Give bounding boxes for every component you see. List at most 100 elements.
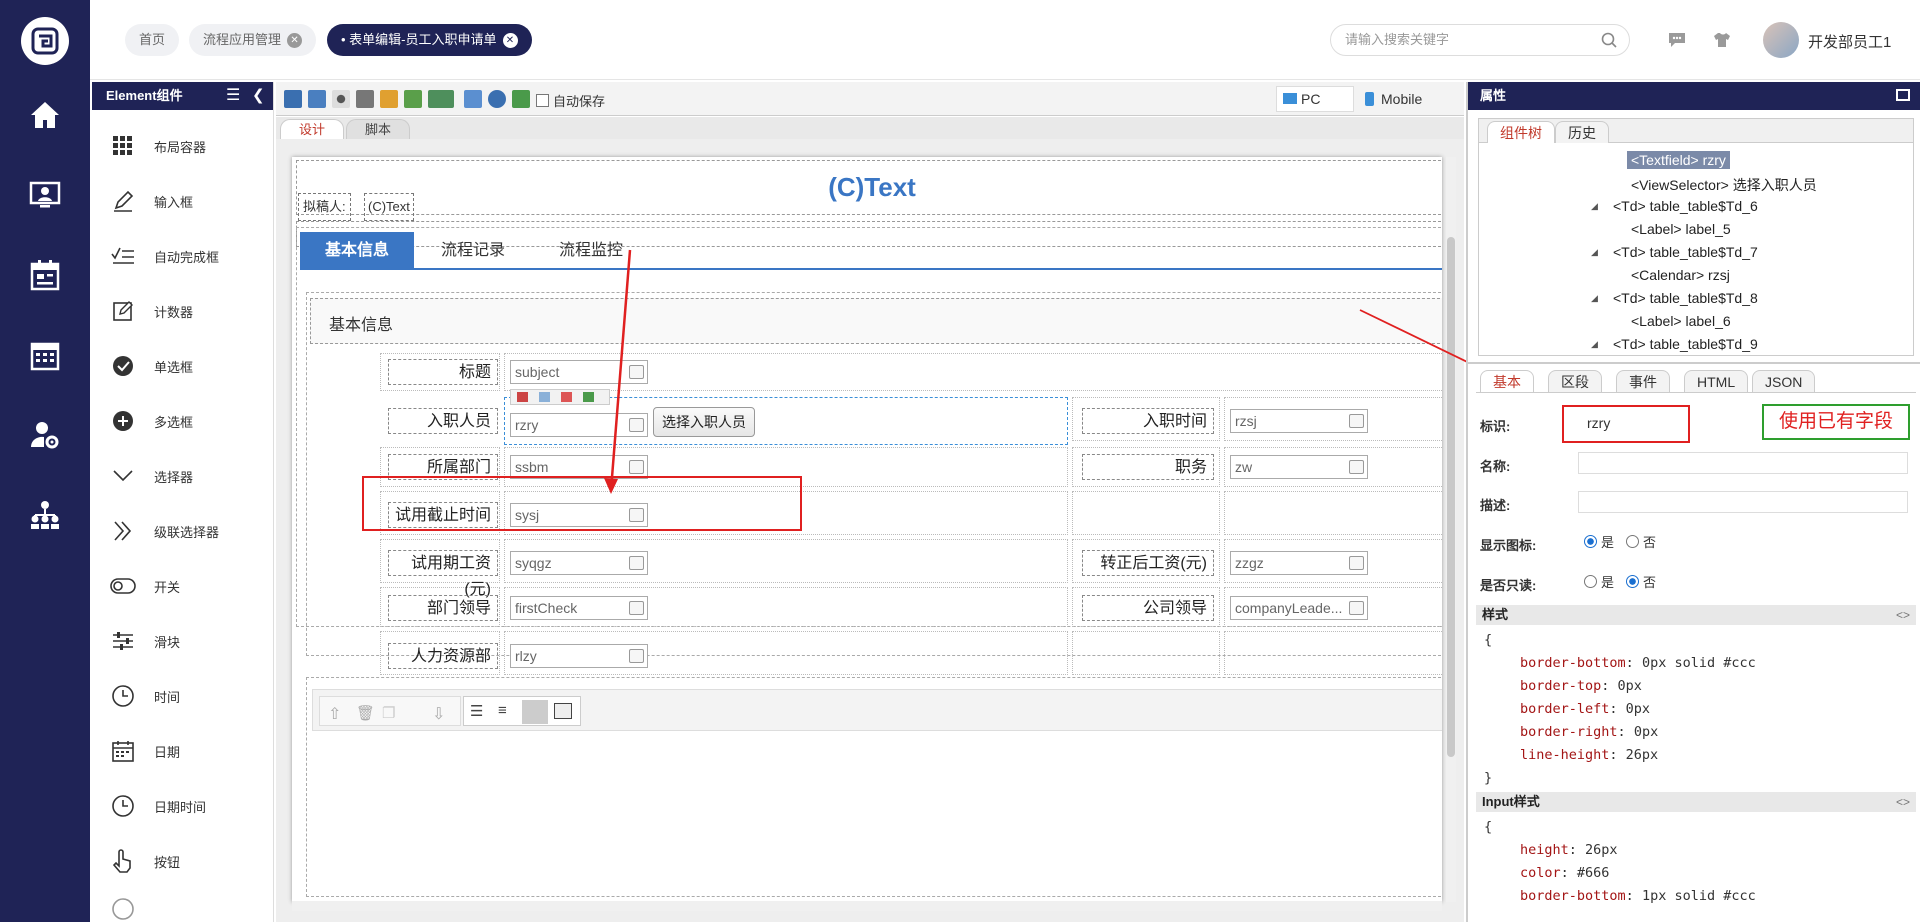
wand-icon[interactable] [380,90,398,108]
tab-home[interactable]: 首页 [125,24,180,56]
move-icon[interactable] [517,392,528,402]
delete-icon[interactable] [561,392,572,402]
tab-design[interactable]: 设计 [280,119,345,139]
calendar-grid-icon[interactable] [27,337,63,373]
search-input[interactable]: 请输入搜索关键字 [1330,24,1630,56]
desc-input[interactable] [1578,491,1908,513]
grid-view-icon[interactable] [522,700,548,724]
tab-form-edit[interactable]: • 表单编辑-员工入职申请单 ✕ [327,24,532,56]
component-item-counter[interactable]: 计数器 [108,296,193,326]
radio-no-checked[interactable] [1626,575,1640,588]
add-icon[interactable] [583,392,594,402]
download-icon[interactable]: ⇩ [432,704,445,724]
app-logo-icon[interactable] [21,17,69,65]
copy-icon[interactable]: ❐ [382,704,395,722]
tree-node[interactable]: <Td> table_table$Td_9 [1613,336,1758,352]
menu-icon[interactable]: ☰ [226,82,240,110]
component-item-cascader[interactable]: 级联选择器 [108,516,219,546]
component-item-radio[interactable]: 单选框 [108,351,193,381]
help-icon[interactable] [488,90,506,108]
tree-node[interactable]: <Td> table_table$Td_7 [1613,244,1758,260]
tree-node[interactable]: <Label> label_5 [1631,221,1731,237]
avatar[interactable] [1763,22,1799,58]
expand-arrow-icon[interactable]: ◢ [1591,339,1598,350]
component-item-slider[interactable]: 滑块 [108,626,180,656]
code-toggle-icon[interactable]: <> [1896,792,1910,812]
autosave-checkbox[interactable] [536,94,549,107]
prop-tab-section[interactable]: 区段 [1548,370,1602,392]
user-settings-icon[interactable] [27,417,63,453]
field-input-rzry[interactable]: rzry [510,413,648,437]
prop-tab-events[interactable]: 事件 [1616,370,1670,392]
monitor-user-icon[interactable] [27,177,63,213]
close-icon[interactable]: ✕ [502,33,518,49]
tree-node-selected[interactable]: <Textfield> rzry [1627,151,1730,169]
radio-yes-checked[interactable] [1584,535,1597,548]
prop-tab-html[interactable]: HTML [1684,370,1749,392]
component-item-autocomplete[interactable]: 自动完成框 [108,241,219,271]
home-icon[interactable] [27,97,63,133]
tab-script[interactable]: 脚本 [346,119,411,139]
component-item-datetime[interactable]: 日期时间 [108,791,206,821]
import-icon[interactable] [404,90,422,108]
minimize-icon[interactable] [1896,89,1910,101]
save-icon[interactable] [284,90,302,108]
org-chart-icon[interactable] [27,497,63,533]
message-icon[interactable] [1668,32,1686,48]
calendar-board-icon[interactable] [27,257,63,293]
print-icon[interactable] [356,90,374,108]
tab-process-app-management[interactable]: 流程应用管理 ✕ [189,24,317,56]
component-item-button[interactable]: 按钮 [108,846,180,876]
form-tab-monitor[interactable]: 流程监控 [532,232,650,270]
radio-yes[interactable] [1584,575,1597,588]
preview-icon[interactable] [332,90,350,108]
expand-arrow-icon[interactable]: ◢ [1591,247,1598,258]
code-toggle-icon[interactable]: <> [1896,605,1910,625]
component-item-partial[interactable] [108,894,154,924]
tree-node[interactable]: <Td> table_table$Td_8 [1613,290,1758,306]
vertical-scrollbar[interactable] [1446,157,1456,902]
component-item-time[interactable]: 时间 [108,681,180,711]
shirt-icon[interactable] [1713,32,1731,48]
expand-arrow-icon[interactable]: ◢ [1591,201,1598,212]
name-input[interactable] [1578,452,1908,474]
autosave-toggle[interactable]: 自动保存 [536,91,605,110]
collapse-icon[interactable]: ❮ [252,82,265,110]
layout-icon[interactable] [464,90,482,108]
ordered-list-icon[interactable]: ≡ [498,702,507,719]
theme-icon[interactable] [512,90,530,108]
search-icon[interactable] [1601,32,1617,48]
component-item-input[interactable]: 输入框 [108,186,193,216]
image-view-icon[interactable] [554,703,572,719]
component-item-checkbox[interactable]: 多选框 [108,406,193,436]
save-as-icon[interactable] [308,90,326,108]
trash-icon[interactable]: 🗑 [356,704,375,722]
mobile-mode-button[interactable]: Mobile [1356,86,1434,112]
field-input-subject[interactable]: subject [510,360,648,384]
upload-icon[interactable]: ⇧ [328,704,341,724]
field-input-zzgz[interactable]: zzgz [1230,551,1368,575]
field-input-bmld[interactable]: firstCheck [510,596,648,620]
prop-tab-basic[interactable]: 基本 [1480,370,1534,392]
select-employee-button[interactable]: 选择入职人员 [653,407,755,437]
component-item-select[interactable]: 选择器 [108,461,193,491]
prop-tab-json[interactable]: JSON [1752,370,1816,392]
scroll-thumb[interactable] [1447,237,1455,757]
radio-no[interactable] [1626,535,1640,548]
horizontal-scrollbar[interactable] [292,901,1442,911]
copy-icon[interactable] [539,392,550,402]
user-name[interactable]: 开发部员工1 [1808,31,1891,52]
expand-arrow-icon[interactable]: ◢ [1591,293,1598,304]
field-input-rzsj[interactable]: rzsj [1230,409,1368,433]
pc-mode-button[interactable]: PC [1276,86,1354,112]
form-tab-basic[interactable]: 基本信息 [300,232,414,270]
tab-component-tree[interactable]: 组件树 [1487,121,1555,143]
field-input-gsld[interactable]: companyLeade... [1230,596,1368,620]
field-input-rlzy[interactable]: rlzy [510,644,648,668]
tree-node[interactable]: <ViewSelector> 选择入职人员 [1631,175,1817,195]
tree-node[interactable]: <Calendar> rzsj [1631,267,1730,283]
list-icon[interactable]: ☰ [470,702,483,720]
export-icon[interactable] [428,90,454,108]
tab-history[interactable]: 历史 [1555,121,1609,143]
component-item-switch[interactable]: 开关 [108,571,180,601]
